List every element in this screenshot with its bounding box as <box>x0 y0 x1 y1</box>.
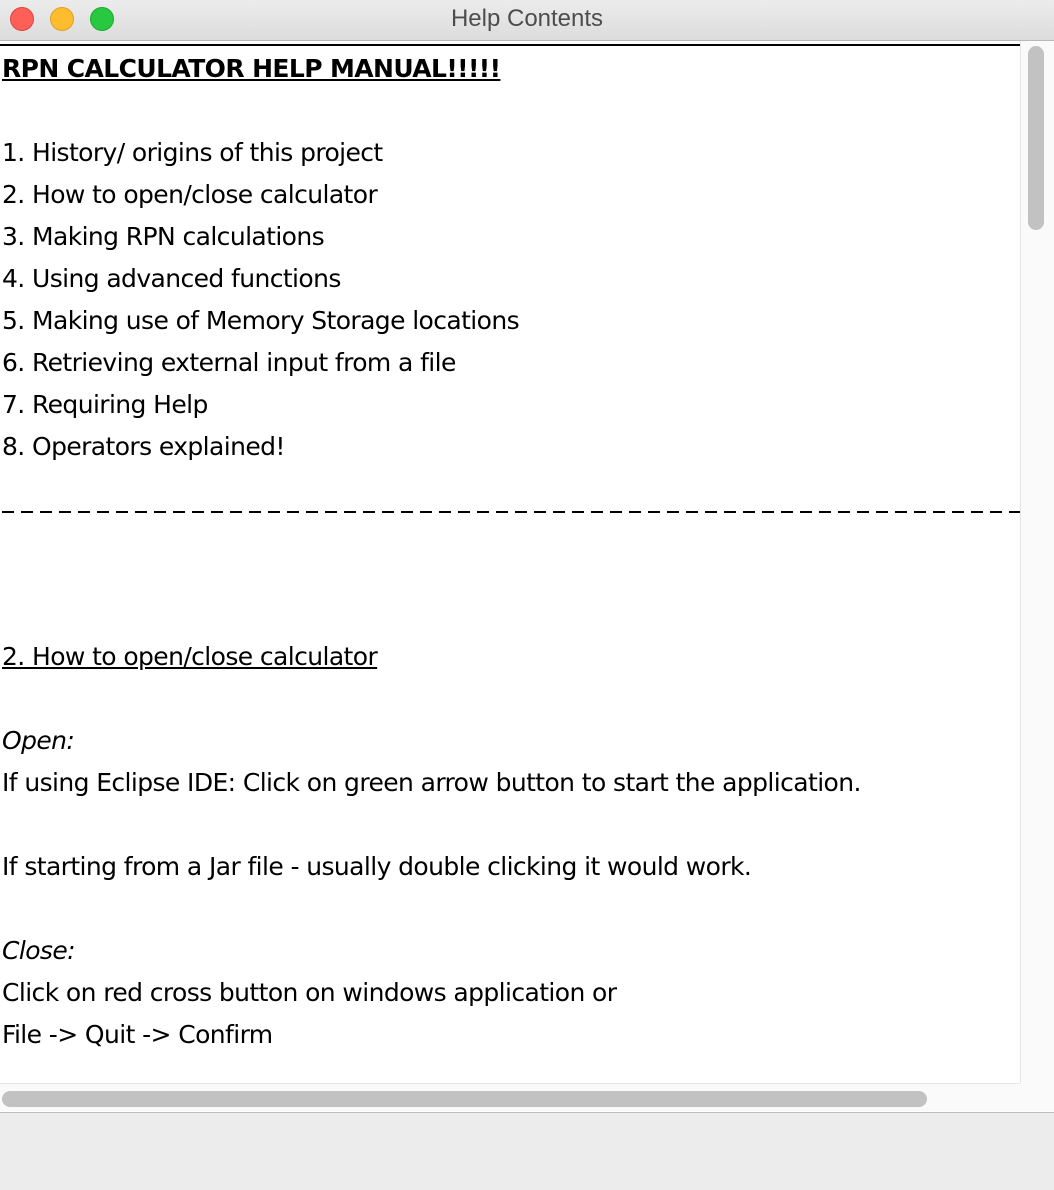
vertical-scrollbar[interactable] <box>1020 41 1054 1083</box>
close-text-1: Click on red cross button on windows app… <box>2 978 617 1007</box>
close-label: Close: <box>2 936 76 965</box>
toc-item-8: 8. Operators explained! <box>2 432 285 461</box>
open-label: Open: <box>2 726 75 755</box>
horizontal-scrollbar[interactable] <box>0 1083 1020 1111</box>
title-bar: Help Contents <box>0 0 1054 41</box>
open-text-jar: If starting from a Jar file - usually do… <box>2 852 752 881</box>
vertical-scroll-thumb[interactable] <box>1028 46 1044 230</box>
help-content-frame: RPN CALCULATOR HELP MANUAL!!!!! 1. Histo… <box>0 41 1054 1113</box>
toc-item-6: 6. Retrieving external input from a file <box>2 348 456 377</box>
top-border-line <box>0 44 1020 46</box>
toc-item-1: 1. History/ origins of this project <box>2 138 383 167</box>
toc-item-5: 5. Making use of Memory Storage location… <box>2 306 520 335</box>
toc-item-2: 2. How to open/close calculator <box>2 180 378 209</box>
toc-item-4: 4. Using advanced functions <box>2 264 341 293</box>
help-text-area[interactable]: RPN CALCULATOR HELP MANUAL!!!!! 1. Histo… <box>0 41 1020 1083</box>
toc-item-7: 7. Requiring Help <box>2 390 208 419</box>
scrollbar-corner <box>1020 1083 1054 1111</box>
close-text-2: File -> Quit -> Confirm <box>2 1020 273 1049</box>
horizontal-scroll-thumb[interactable] <box>2 1091 927 1107</box>
window-title: Help Contents <box>450 5 604 32</box>
section-heading: 2. How to open/close calculator <box>2 642 378 671</box>
toc-item-3: 3. Making RPN calculations <box>2 222 325 251</box>
section-divider <box>2 511 1020 513</box>
open-text-eclipse: If using Eclipse IDE: Click on green arr… <box>2 768 861 797</box>
manual-heading: RPN CALCULATOR HELP MANUAL!!!!! <box>2 54 501 83</box>
